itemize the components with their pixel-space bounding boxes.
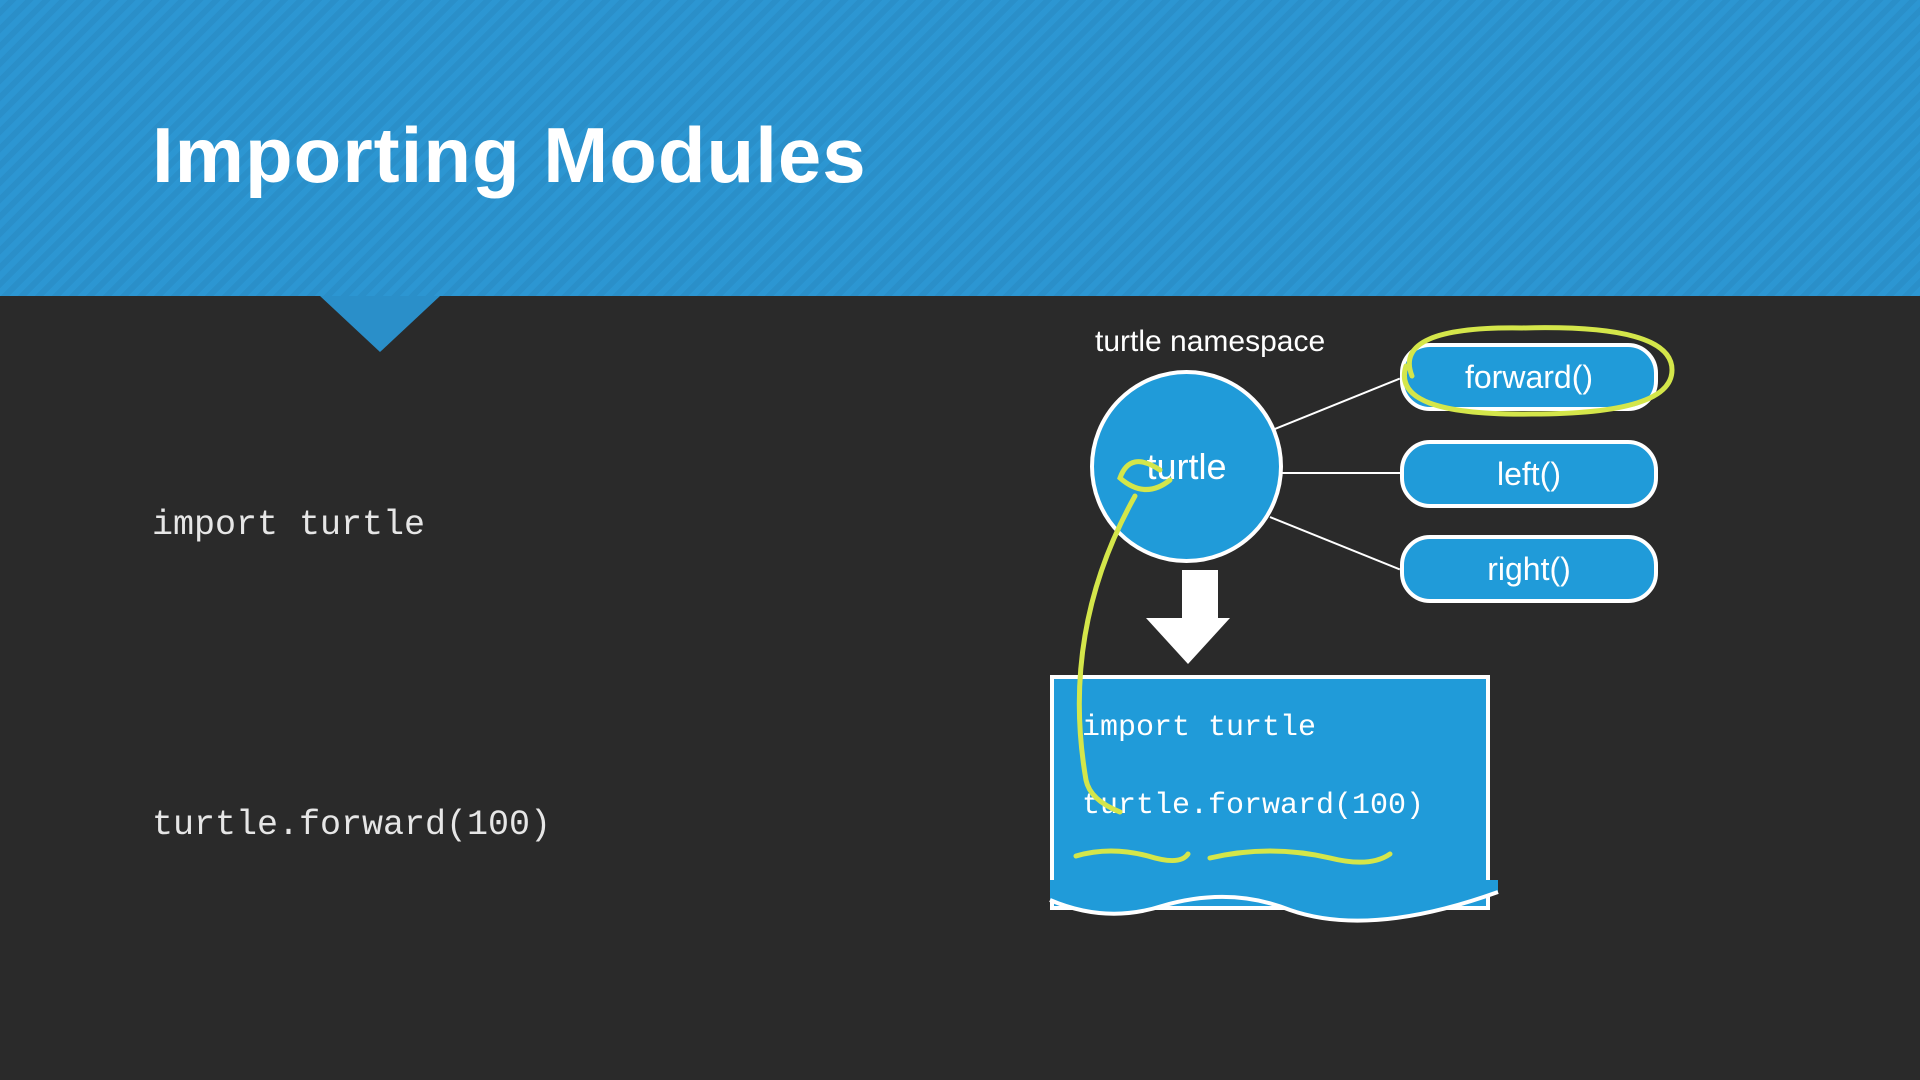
connector-line: [1282, 472, 1407, 474]
method-pill-left: left(): [1400, 440, 1658, 508]
torn-edge-decoration: [1050, 880, 1498, 928]
header-tab-decoration: [320, 296, 440, 352]
slide-header: Importing Modules: [0, 0, 1920, 296]
example-line-call: turtle.forward(100): [1082, 789, 1458, 823]
namespace-diagram: turtle namespace turtle forward() left()…: [1020, 310, 1740, 930]
down-arrow-icon: [1170, 570, 1230, 664]
connector-line: [1270, 378, 1401, 432]
method-pill-label: right(): [1487, 551, 1571, 588]
method-pill-right: right(): [1400, 535, 1658, 603]
method-pill-forward: forward(): [1400, 343, 1658, 411]
namespace-label: turtle namespace: [1095, 325, 1325, 359]
method-pill-label: left(): [1497, 456, 1561, 493]
connector-line: [1270, 516, 1401, 570]
code-line-import: import turtle: [152, 504, 551, 546]
example-line-import: import turtle: [1082, 711, 1458, 745]
module-node-label: turtle: [1146, 446, 1226, 488]
module-node: turtle: [1090, 370, 1283, 563]
method-pill-label: forward(): [1465, 359, 1593, 396]
code-line-call: turtle.forward(100): [152, 804, 551, 846]
code-example-box: import turtle turtle.forward(100): [1050, 675, 1490, 910]
left-code-block: import turtle turtle.forward(100): [152, 420, 551, 888]
page-title: Importing Modules: [152, 110, 867, 201]
